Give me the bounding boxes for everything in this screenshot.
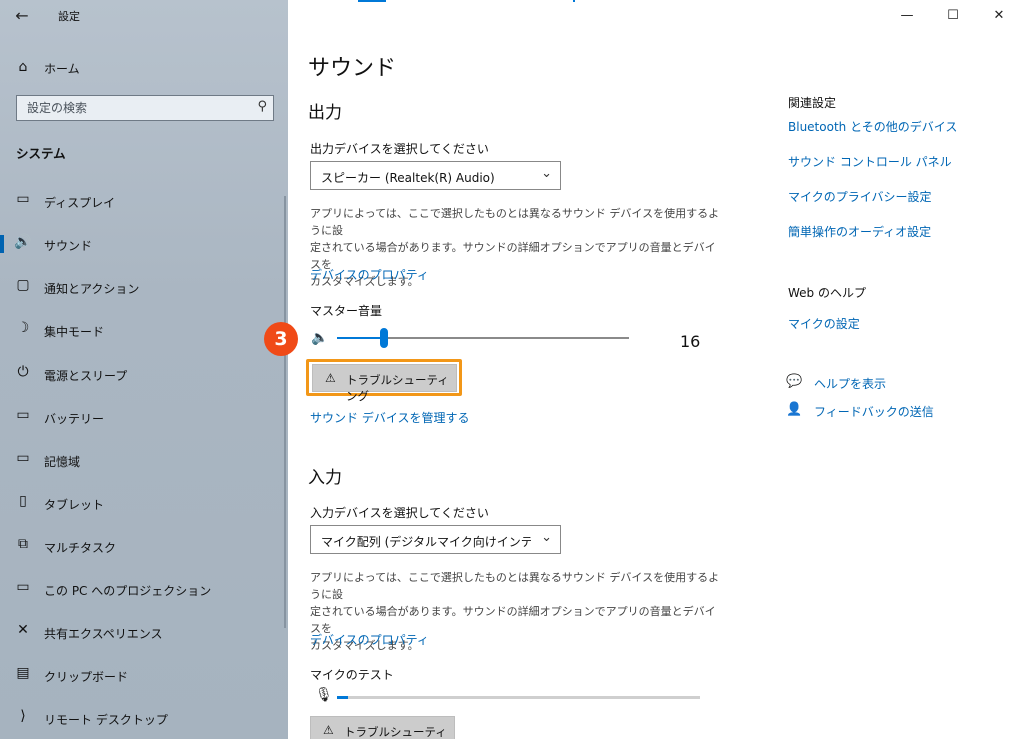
get-help-label: ヘルプを表示 <box>814 377 887 391</box>
sidebar: ← 設定 ⌂ ホーム ⚲ システム ▭ ディスプレイ 🔊 サウンド ▢ 通知とアクション ☽… <box>0 0 288 739</box>
input-device-dropdown[interactable]: マイク配列 (デジタルマイク向けインテル®... ⌄ <box>310 525 561 554</box>
display-icon: ▭ <box>16 191 30 207</box>
sidebar-item-label: 電源とスリープ <box>44 369 128 383</box>
sidebar-item[interactable]: ▤ クリップボード <box>0 658 285 692</box>
output-troubleshoot-label: トラブルシューティング <box>346 373 449 403</box>
sidebar-item[interactable]: ▭ 記憶域 <box>0 443 285 477</box>
sidebar-item-label: タブレット <box>44 498 105 512</box>
web-help-mic-settings-link[interactable]: マイクの設定 <box>788 315 860 332</box>
remote-desktop-icon: ⟩ <box>20 708 26 724</box>
back-arrow-icon[interactable]: ← <box>10 4 34 28</box>
sidebar-item[interactable]: ▯ タブレット <box>0 486 285 520</box>
settings-search[interactable]: ⚲ <box>16 95 274 121</box>
volume-slider-thumb[interactable] <box>379 328 388 348</box>
sidebar-item[interactable]: ☽ 集中モード <box>0 313 285 347</box>
clipboard-icon: ▤ <box>16 665 30 681</box>
power-icon: ⏻ <box>17 364 29 380</box>
step-callout-badge: 3 <box>264 322 298 356</box>
title-bar-left: ← 設定 <box>0 0 288 32</box>
sidebar-item-label: この PC へのプロジェクション <box>44 584 212 598</box>
output-description-line: アプリによっては、ここで選択したものとは異なるサウンド デバイスを使用するように… <box>310 207 720 237</box>
mic-test-label: マイクのテスト <box>310 668 394 682</box>
microphone-icon: 🎙 <box>315 687 333 703</box>
nav-home-label: ホーム <box>44 62 80 76</box>
volume-slider-fill <box>337 337 384 339</box>
sidebar-item-label: 記憶域 <box>44 455 81 469</box>
mic-level-fill <box>337 696 348 699</box>
sidebar-item-label: クリップボード <box>44 670 129 684</box>
sidebar-item[interactable]: ▭ バッテリー <box>0 400 285 434</box>
feedback-icon: 👤 <box>786 402 803 417</box>
input-troubleshoot-label: トラブルシューティング <box>344 725 447 739</box>
output-heading: 出力 <box>308 103 342 123</box>
sidebar-item-label: マルチタスク <box>44 541 117 555</box>
sidebar-item[interactable]: ▢ 通知とアクション <box>0 270 285 304</box>
manage-sound-devices-link[interactable]: サウンド デバイスを管理する <box>310 409 469 426</box>
sidebar-item[interactable]: ⟩ リモート デスクトップ <box>0 701 285 735</box>
master-volume-slider[interactable] <box>337 328 629 348</box>
search-input[interactable] <box>27 100 237 116</box>
related-link-ease-of-access-audio[interactable]: 簡単操作のオーディオ設定 <box>788 223 931 240</box>
output-select-label: 出力デバイスを選択してください <box>310 142 489 156</box>
sidebar-item-label: 集中モード <box>44 325 105 339</box>
volume-icon[interactable]: 🔈 <box>311 330 328 346</box>
sidebar-item-label: バッテリー <box>44 412 105 426</box>
output-device-dropdown[interactable]: スピーカー (Realtek(R) Audio) ⌄ <box>310 161 561 190</box>
related-settings-heading: 関連設定 <box>788 96 837 110</box>
battery-icon: ▭ <box>16 407 30 423</box>
mic-level-meter <box>337 696 700 699</box>
input-description-line: アプリによっては、ここで選択したものとは異なるサウンド デバイスを使用するように… <box>310 571 720 601</box>
sidebar-item[interactable]: ⏻ 電源とスリープ <box>0 357 285 391</box>
sidebar-item-label: リモート デスクトップ <box>44 713 168 727</box>
related-link-mic-privacy[interactable]: マイクのプライバシー設定 <box>788 188 932 205</box>
input-select-label: 入力デバイスを選択してください <box>310 506 489 520</box>
sidebar-item-label: 通知とアクション <box>44 282 140 296</box>
chevron-down-icon: ⌄ <box>541 166 552 181</box>
output-troubleshoot-button[interactable]: ⚠ トラブルシューティング <box>312 364 457 403</box>
main-content: サウンド 出力 出力デバイスを選択してください スピーカー (Realtek(R… <box>264 0 1024 739</box>
search-icon[interactable]: ⚲ <box>257 99 267 114</box>
app-title: 設定 <box>58 10 80 23</box>
help-chat-icon: 💬 <box>786 374 803 389</box>
multitask-icon: ⧉ <box>18 536 28 552</box>
notification-icon: ▢ <box>16 277 30 293</box>
sidebar-item-label: ディスプレイ <box>44 196 116 210</box>
sidebar-item[interactable]: ▭ ディスプレイ <box>0 184 285 218</box>
input-device-value: マイク配列 (デジタルマイク向けインテル®... <box>321 535 531 549</box>
nav-home[interactable]: ⌂ ホーム <box>0 52 288 82</box>
warning-icon: ⚠ <box>325 371 336 385</box>
volume-value: 16 <box>680 332 701 351</box>
sidebar-item-label: 共有エクスペリエンス <box>44 627 163 641</box>
speaker-icon: 🔊 <box>14 234 32 250</box>
sidebar-item[interactable]: ✕ 共有エクスペリエンス <box>0 615 285 649</box>
storage-icon: ▭ <box>16 450 30 466</box>
send-feedback-label: フィードバックの送信 <box>814 405 934 419</box>
input-troubleshoot-button[interactable]: ⚠ トラブルシューティング <box>310 716 455 739</box>
sidebar-item[interactable]: ⧉ マルチタスク <box>0 529 285 563</box>
moon-icon: ☽ <box>16 320 30 336</box>
input-device-properties-link[interactable]: デバイスのプロパティ <box>310 631 429 648</box>
master-volume-label: マスター音量 <box>310 304 383 318</box>
sidebar-item[interactable]: ▭ この PC へのプロジェクション <box>0 572 285 606</box>
sidebar-section-title: システム <box>16 146 66 161</box>
sidebar-item[interactable]: 🔊 サウンド <box>0 227 285 261</box>
output-device-value: スピーカー (Realtek(R) Audio) <box>321 171 495 185</box>
home-icon: ⌂ <box>18 59 28 75</box>
tablet-icon: ▯ <box>19 493 27 509</box>
output-device-properties-link[interactable]: デバイスのプロパティ <box>310 266 429 283</box>
warning-icon: ⚠ <box>323 723 334 737</box>
related-link-bluetooth[interactable]: Bluetooth とその他のデバイス <box>788 118 957 135</box>
chevron-down-icon: ⌄ <box>541 530 552 545</box>
shared-icon: ✕ <box>17 622 29 638</box>
sidebar-item-label: サウンド <box>44 239 93 253</box>
page-title: サウンド <box>308 56 397 81</box>
web-help-heading: Web のヘルプ <box>788 286 866 300</box>
input-heading: 入力 <box>308 468 342 488</box>
projection-icon: ▭ <box>16 579 30 595</box>
sidebar-scrollbar[interactable] <box>284 196 286 628</box>
related-link-sound-control-panel[interactable]: サウンド コントロール パネル <box>788 153 952 170</box>
